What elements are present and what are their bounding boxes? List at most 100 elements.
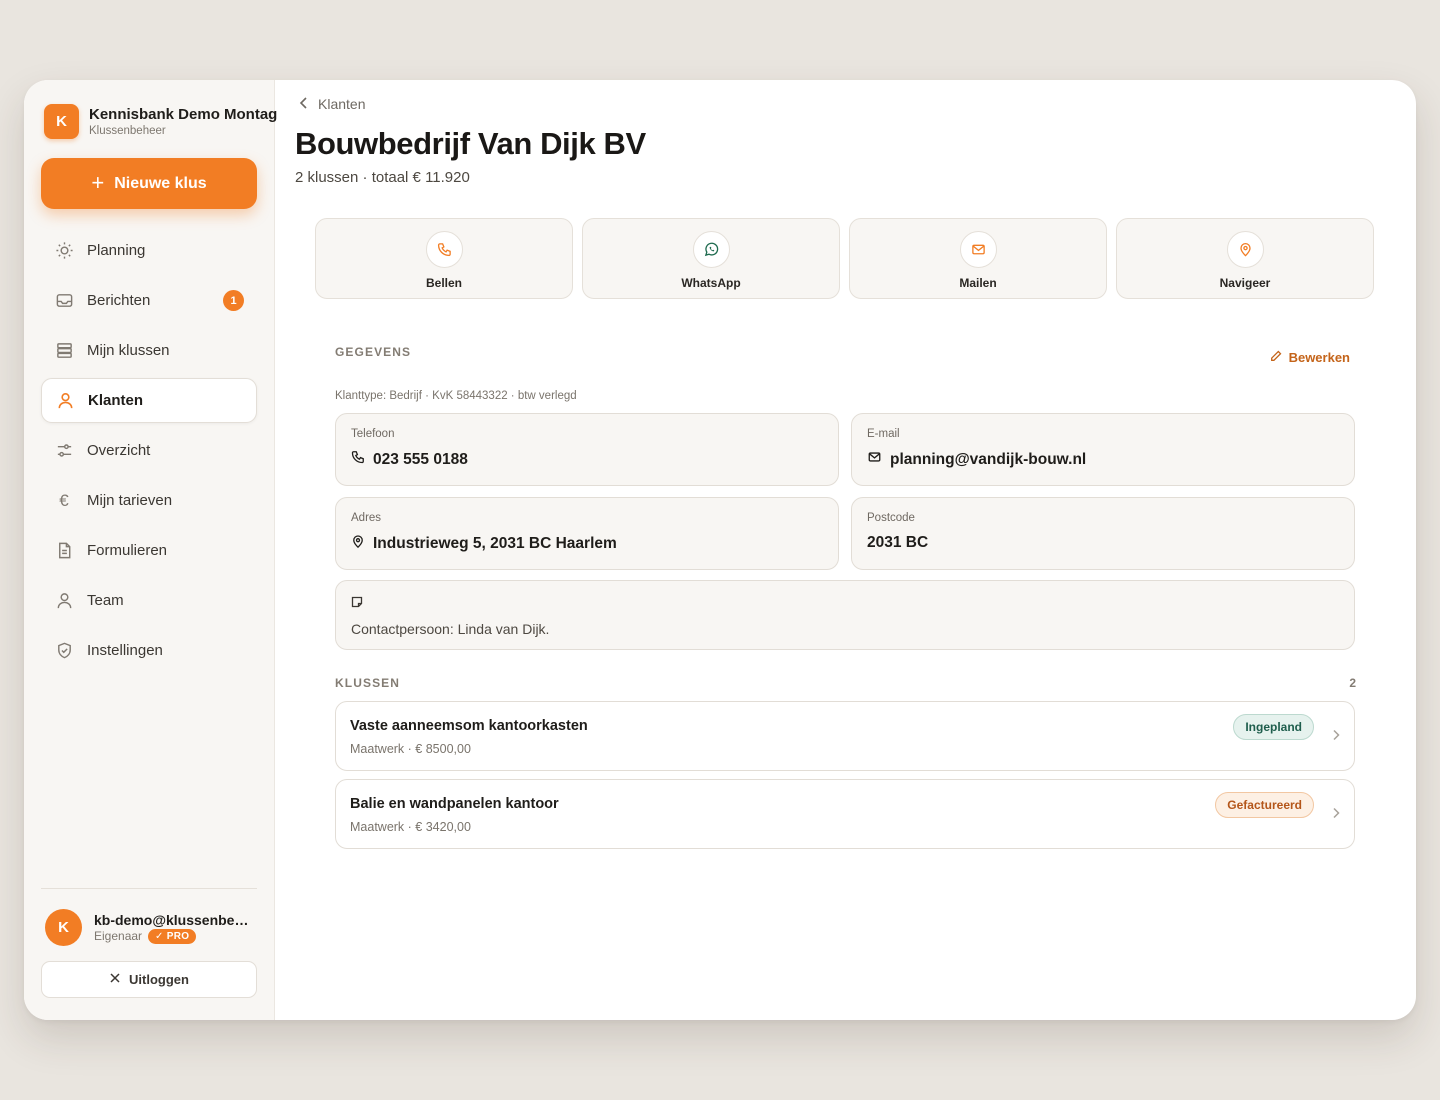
phone-icon	[425, 231, 463, 268]
jobs-count: 2	[1349, 676, 1356, 690]
edit-button[interactable]: Bewerken	[1270, 350, 1350, 365]
brand[interactable]: K Kennisbank Demo Montag Klussenbeheer	[44, 104, 284, 139]
brand-logo: K	[44, 104, 79, 139]
address-field[interactable]: Adres Industrieweg 5, 2031 BC Haarlem	[335, 497, 839, 570]
mail-icon	[867, 450, 882, 469]
details-section-label: GEGEVENS	[335, 345, 412, 359]
sidebar-item-berichten[interactable]: Berichten 1	[41, 278, 257, 323]
mail-label: Mailen	[959, 276, 997, 290]
job-title: Balie en wandpanelen kantoor	[350, 796, 559, 812]
job-row[interactable]: Vaste aanneemsom kantoorkasten Maatwerk …	[335, 701, 1355, 771]
new-job-button[interactable]: + Nieuwe klus	[41, 158, 257, 209]
pro-badge: ✓ PRO	[148, 928, 197, 944]
whatsapp-label: WhatsApp	[681, 276, 741, 290]
job-subtitle: Maatwerk · € 3420,00	[350, 820, 471, 834]
sidebar-item-label: Instellingen	[87, 642, 163, 659]
call-button[interactable]: Bellen	[315, 218, 573, 299]
sidebar-item-planning[interactable]: Planning	[41, 228, 257, 273]
map-pin-icon	[351, 534, 365, 554]
breadcrumb[interactable]: Klanten	[299, 96, 365, 112]
phone-icon	[351, 450, 365, 469]
close-icon	[109, 972, 121, 987]
main-content: Klanten Bouwbedrijf Van Dijk BV 2 klusse…	[275, 80, 1416, 1020]
sidebar-item-label: Planning	[87, 242, 146, 259]
sidebar-item-overzicht[interactable]: Overzicht	[41, 428, 257, 473]
job-row[interactable]: Balie en wandpanelen kantoor Maatwerk · …	[335, 779, 1355, 849]
euro-icon: €	[59, 490, 69, 510]
pencil-icon	[1270, 350, 1282, 365]
sidebar-nav: Planning Berichten 1 Mijn klussen Klante…	[41, 228, 257, 678]
user-role: Eigenaar	[94, 929, 143, 943]
sidebar: K Kennisbank Demo Montag Klussenbeheer +…	[24, 80, 277, 1020]
sidebar-item-label: Overzicht	[87, 442, 151, 459]
inbox-icon	[53, 290, 75, 312]
sidebar-item-label: Klanten	[88, 392, 144, 409]
stack-icon	[53, 340, 75, 362]
navigate-button[interactable]: Navigeer	[1116, 218, 1374, 299]
unread-badge: 1	[223, 290, 244, 311]
avatar: K	[45, 909, 82, 946]
address-field-label: Adres	[351, 512, 382, 524]
status-badge: Gefactureerd	[1215, 792, 1314, 818]
job-subtitle: Maatwerk · € 8500,00	[350, 742, 471, 756]
sidebar-item-team[interactable]: Team	[41, 578, 257, 623]
sidebar-item-mijn-tarieven[interactable]: € Mijn tarieven	[41, 478, 257, 523]
mail-button[interactable]: Mailen	[849, 218, 1107, 299]
customer-meta: Klanttype: Bedrijf · KvK 58443322 · btw …	[335, 390, 577, 402]
call-label: Bellen	[425, 276, 462, 290]
brand-subtitle: Klussenbeheer	[89, 124, 166, 137]
user-icon	[53, 590, 75, 612]
sliders-icon	[53, 440, 75, 462]
status-badge: Ingepland	[1233, 714, 1314, 740]
user-profile[interactable]: K kb-demo@klussenbeheer.nl Eigenaar ✓ PR…	[45, 909, 257, 946]
chevron-right-icon	[1332, 806, 1340, 824]
note-text: Contactpersoon: Linda van Dijk.	[351, 621, 550, 637]
logout-label: Uitloggen	[129, 972, 189, 987]
jobs-section-label: KLUSSEN	[335, 676, 401, 690]
person-icon	[54, 390, 76, 412]
sidebar-item-label: Berichten	[87, 292, 151, 309]
sidebar-item-klanten[interactable]: Klanten	[41, 378, 257, 423]
chevron-right-icon	[1332, 728, 1340, 746]
sidebar-item-instellingen[interactable]: Instellingen	[41, 628, 257, 673]
page-subtitle: 2 klussen · totaal € 11.920	[295, 169, 470, 186]
edit-label: Bewerken	[1288, 350, 1350, 365]
email-field[interactable]: E-mail planning@vandijk-bouw.nl	[851, 413, 1355, 486]
postcode-value: 2031 BC	[867, 534, 929, 551]
breadcrumb-label: Klanten	[318, 96, 366, 112]
brand-name: Kennisbank Demo Montag	[89, 105, 278, 123]
sidebar-item-label: Formulieren	[87, 542, 168, 559]
sidebar-item-label: Mijn klussen	[87, 342, 170, 359]
phone-value: 023 555 0188	[373, 450, 468, 468]
page-title: Bouwbedrijf Van Dijk BV	[295, 126, 646, 161]
postcode-field[interactable]: Postcode 2031 BC	[851, 497, 1355, 570]
sidebar-item-formulieren[interactable]: Formulieren	[41, 528, 257, 573]
address-value: Industrieweg 5, 2031 BC Haarlem	[373, 535, 617, 552]
map-pin-icon	[1226, 231, 1264, 268]
navigate-label: Navigeer	[1219, 276, 1271, 290]
job-title: Vaste aanneemsom kantoorkasten	[350, 718, 588, 734]
user-email: kb-demo@klussenbeheer.nl	[94, 911, 254, 928]
email-value: planning@vandijk-bouw.nl	[890, 450, 1087, 468]
postcode-field-label: Postcode	[867, 512, 915, 524]
sidebar-divider	[41, 888, 257, 889]
note-field[interactable]: Contactpersoon: Linda van Dijk.	[335, 580, 1355, 650]
sidebar-item-mijn-klussen[interactable]: Mijn klussen	[41, 328, 257, 373]
whatsapp-button[interactable]: WhatsApp	[582, 218, 840, 299]
sidebar-item-label: Mijn tarieven	[87, 492, 173, 509]
phone-field[interactable]: Telefoon 023 555 0188	[335, 413, 839, 486]
sun-icon	[53, 240, 75, 262]
shield-icon	[53, 640, 75, 662]
logout-button[interactable]: Uitloggen	[41, 961, 257, 998]
quick-actions: Bellen WhatsApp Mailen Navigeer	[315, 218, 1374, 299]
app-window: K Kennisbank Demo Montag Klussenbeheer +…	[24, 80, 1416, 1020]
document-icon	[53, 540, 75, 562]
plus-icon: +	[91, 169, 105, 195]
note-icon	[351, 595, 363, 612]
mail-icon	[959, 231, 997, 268]
whatsapp-icon	[692, 231, 730, 268]
phone-field-label: Telefoon	[351, 428, 395, 440]
email-field-label: E-mail	[867, 428, 900, 440]
new-job-label: Nieuwe klus	[114, 174, 207, 192]
sidebar-item-label: Team	[87, 592, 124, 609]
